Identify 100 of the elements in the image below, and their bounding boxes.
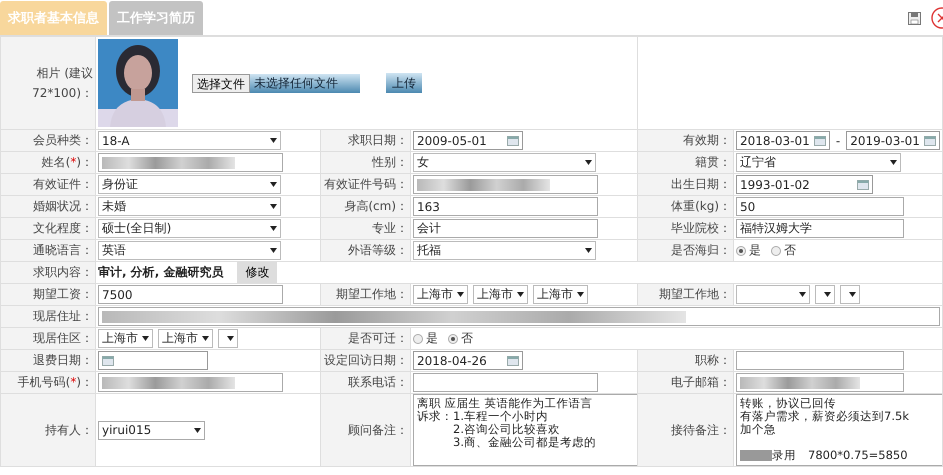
caret-icon xyxy=(202,336,209,341)
dropdown[interactable] xyxy=(815,285,836,304)
text-field[interactable]: 福特汉姆大学 xyxy=(736,219,904,238)
dropdown[interactable]: 英语 xyxy=(98,241,281,260)
date-field[interactable]: 2019-03-01 xyxy=(846,131,940,150)
field-label: 现居住址： xyxy=(33,309,93,323)
field-label: 顾问备注： xyxy=(348,422,408,436)
text-field[interactable] xyxy=(413,175,598,194)
dropdown[interactable]: 辽宁省 xyxy=(736,153,902,172)
job-content: 审计, 分析, 金融研究员 xyxy=(98,264,224,281)
text-field[interactable]: 会计 xyxy=(413,219,598,238)
text-field[interactable] xyxy=(413,373,598,392)
dropdown[interactable]: 上海市 xyxy=(158,329,213,348)
field-label: 是否海归： xyxy=(671,243,732,257)
field-label: 婚姻状况： xyxy=(33,199,93,213)
caret-icon xyxy=(457,292,464,297)
field-label: 身高(cm)： xyxy=(344,199,408,213)
text-field[interactable] xyxy=(736,351,904,370)
dropdown[interactable]: 上海市 xyxy=(413,285,468,304)
field-label: 接待备注： xyxy=(671,422,732,436)
field-label: 持有人： xyxy=(45,422,93,436)
dropdown[interactable] xyxy=(840,285,860,304)
field-label: 出生日期： xyxy=(671,177,732,191)
dropdown[interactable] xyxy=(218,329,238,348)
field-label: 联系电话： xyxy=(348,375,408,389)
text-field[interactable]: 50 xyxy=(736,197,904,216)
date-field[interactable]: 2018-04-26 xyxy=(413,351,523,370)
note-line: 3.商、金融公司都是考虑的 xyxy=(453,436,596,449)
date-field[interactable] xyxy=(98,351,208,370)
field-label: 是否可迁： xyxy=(348,331,408,345)
calendar-icon xyxy=(507,356,519,366)
dropdown[interactable]: 上海市 xyxy=(473,285,528,304)
field-label: 文化程度： xyxy=(33,221,93,235)
caret-icon xyxy=(585,160,592,165)
notes-textarea[interactable]: 转账，协议已回传 有落户需求，薪资必须达到7.5k 加个急 录用 7800*0.75=5850 xyxy=(736,394,943,466)
field-label: 手机号码(*)： xyxy=(18,375,93,389)
file-status: 未选择任何文件 xyxy=(250,74,360,92)
caret-icon xyxy=(517,292,524,297)
radio-option[interactable]: 否 xyxy=(771,242,796,259)
field-label: 通晓语言： xyxy=(33,243,93,257)
caret-icon xyxy=(270,204,277,209)
caret-icon xyxy=(142,336,149,341)
field-label: 体重(kg)： xyxy=(671,199,732,213)
caret-icon xyxy=(849,292,856,297)
dropdown[interactable]: yirui015 xyxy=(98,420,205,440)
field-label: 设定回访日期： xyxy=(324,353,408,367)
text-field[interactable] xyxy=(98,373,283,392)
calendar-icon xyxy=(924,136,936,146)
caret-icon xyxy=(270,182,277,187)
note-line: 2.咨询公司比较喜欢 xyxy=(453,423,560,436)
radio-option[interactable]: 是 xyxy=(736,242,762,259)
dropdown[interactable]: 硕士(全日制) xyxy=(98,219,281,238)
note-line: 加个急 xyxy=(740,423,776,436)
dropdown[interactable]: 上海市 xyxy=(98,329,153,348)
caret-icon xyxy=(890,160,898,165)
note-line: 录用 7800*0.75=5850 xyxy=(740,449,908,462)
range-separator: - xyxy=(836,134,840,148)
field-label: 性别： xyxy=(372,155,408,169)
field-label: 有效证件号码： xyxy=(324,177,408,191)
upload-button[interactable]: 上传 xyxy=(386,73,422,93)
caret-icon xyxy=(194,428,201,432)
dropdown[interactable]: 上海市 xyxy=(533,285,588,304)
field-label: 期望工作地： xyxy=(659,287,732,301)
dropdown[interactable]: 身份证 xyxy=(98,175,281,194)
field-label: 职称： xyxy=(695,353,732,367)
field-label: 电子邮箱： xyxy=(671,375,732,389)
note-line: 离职 应届生 英语能作为工作语言 xyxy=(417,397,592,410)
dropdown[interactable]: 18-A xyxy=(98,131,281,150)
calendar-icon xyxy=(857,180,870,190)
save-icon[interactable] xyxy=(908,12,921,24)
date-field[interactable]: 1993-01-02 xyxy=(736,175,874,194)
text-field[interactable] xyxy=(98,153,283,172)
field-label: 求职日期： xyxy=(348,133,408,147)
caret-icon xyxy=(270,248,277,253)
text-field[interactable] xyxy=(98,307,940,326)
text-field[interactable]: 7500 xyxy=(98,285,283,304)
dropdown[interactable]: 女 xyxy=(413,153,596,172)
radio-option[interactable]: 否 xyxy=(448,330,473,347)
photo-label: 相片 (建议 72*100)： xyxy=(32,66,93,100)
dropdown[interactable]: 托福 xyxy=(413,241,596,260)
choose-file-button[interactable]: 选择文件 xyxy=(192,74,250,92)
date-field[interactable]: 2018-03-01 xyxy=(736,131,830,150)
text-field[interactable]: 163 xyxy=(413,197,598,216)
dropdown[interactable]: 未婚 xyxy=(98,197,281,216)
caret-icon xyxy=(585,248,592,253)
note-line: 有落户需求，薪资必须达到7.5k xyxy=(740,410,909,423)
caret-icon xyxy=(270,138,277,143)
caret-icon xyxy=(824,292,832,297)
field-label: 退费日期： xyxy=(33,353,93,367)
field-label: 会员种类： xyxy=(33,133,93,147)
edit-button[interactable]: 修改 xyxy=(237,262,278,283)
caret-icon xyxy=(270,226,277,231)
field-label: 籍贯： xyxy=(695,155,732,169)
field-label: 有效证件： xyxy=(33,177,93,191)
text-field[interactable] xyxy=(736,373,904,392)
caret-icon xyxy=(799,292,806,297)
field-label: 外语等级： xyxy=(348,243,408,257)
date-field[interactable]: 2009-05-01 xyxy=(413,131,523,150)
calendar-icon xyxy=(507,136,519,146)
radio-option[interactable]: 是 xyxy=(413,330,438,347)
